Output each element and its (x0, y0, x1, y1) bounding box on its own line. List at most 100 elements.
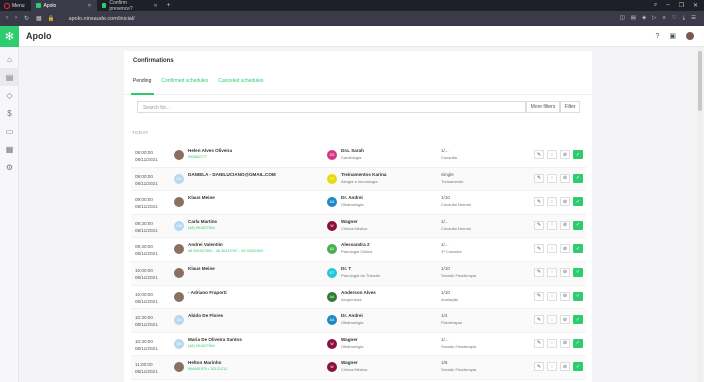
shapes-icon[interactable]: ◇ (0, 86, 19, 104)
cancel-icon[interactable]: ⊘ (560, 173, 570, 183)
confirm-check-icon[interactable]: ✓ (573, 220, 583, 230)
edit-icon[interactable]: ✎ (534, 338, 544, 348)
patient-name[interactable]: Maria De Oliveira Santos (188, 337, 242, 342)
patient-name[interactable]: Helton Marinho (188, 360, 221, 365)
news-icon[interactable]: ▤ (631, 15, 636, 22)
confirm-check-icon[interactable]: ✓ (573, 267, 583, 277)
table-row[interactable]: 10:30:00 08/11/2021 MS Maria De Oliveira… (131, 333, 586, 357)
cancel-icon[interactable]: ⊘ (560, 362, 570, 372)
close-window-icon[interactable]: ✕ (693, 2, 698, 9)
whatsapp-icon[interactable]: ◌ (547, 244, 557, 254)
table-row[interactable]: 09:00:00 08/11/2021 Klaus Meine DA Dr. A… (131, 191, 586, 215)
table-row[interactable]: 10:00:00 08/11/2021 - Adriano Fraporti A… (131, 286, 586, 310)
edit-icon[interactable]: ✎ (534, 267, 544, 277)
tab-canceled-schedules[interactable]: Canceled schedules (218, 78, 263, 84)
confirm-check-icon[interactable]: ✓ (573, 173, 583, 183)
cancel-icon[interactable]: ⊘ (560, 267, 570, 277)
heart-icon[interactable]: ♡ (672, 15, 677, 22)
new-tab-button[interactable]: + (163, 2, 175, 9)
table-row[interactable]: 11:00:00 08/11/2021 Helton Marinho 99666… (131, 356, 586, 380)
maximize-icon[interactable]: ❐ (679, 2, 684, 9)
edit-icon[interactable]: ✎ (534, 362, 544, 372)
patient-name[interactable]: Andrei Valentim (188, 242, 223, 247)
download-icon[interactable]: ⤓ (683, 15, 685, 22)
patient-name[interactable]: Carla Martins (188, 219, 217, 224)
tab-pending[interactable]: Pending (133, 78, 151, 84)
edit-icon[interactable]: ✎ (534, 150, 544, 159)
filter-button[interactable]: Filter (560, 101, 580, 113)
search-input[interactable]: Search for... (137, 101, 526, 113)
money-icon[interactable]: $ (0, 104, 19, 122)
home-icon[interactable]: ⌂ (0, 50, 19, 68)
more-filters-button[interactable]: More filters (526, 101, 560, 113)
close-tab-icon[interactable]: ✕ (153, 3, 157, 9)
tabs-grid-icon[interactable]: ▦ (36, 15, 42, 22)
cancel-icon[interactable]: ⊘ (560, 244, 570, 254)
table-row[interactable]: 09:40:00 08/11/2021 Andrei Valentim 48 9… (131, 238, 586, 262)
whatsapp-icon[interactable]: ◌ (547, 173, 557, 183)
patient-name[interactable]: DANIELA - DANILUCIANO@GMAIL.COM (188, 172, 276, 177)
patient-name[interactable]: Klaus Meine (188, 195, 215, 200)
confirm-check-icon[interactable]: ✓ (573, 150, 583, 159)
tab-confirmed-schedules[interactable]: Confirmed schedules (161, 78, 208, 84)
confirm-check-icon[interactable]: ✓ (573, 362, 583, 372)
cancel-icon[interactable]: ⊘ (560, 197, 570, 207)
whatsapp-icon[interactable]: ◌ (547, 338, 557, 348)
edit-icon[interactable]: ✎ (534, 220, 544, 230)
bookmarks-icon[interactable]: ≡ (662, 15, 665, 22)
calendar-icon[interactable]: ▤ (0, 68, 19, 86)
whatsapp-icon[interactable]: ◌ (547, 220, 557, 230)
page-scrollbar[interactable] (697, 47, 703, 382)
patient-name[interactable]: - Adriano Fraporti (188, 290, 227, 295)
whatsapp-icon[interactable]: ◌ (547, 315, 557, 325)
edit-icon[interactable]: ✎ (534, 197, 544, 207)
confirm-check-icon[interactable]: ✓ (573, 315, 583, 325)
user-avatar[interactable] (686, 32, 694, 40)
table-row[interactable]: 10:30:00 08/11/2021 AD Abido De Flores D… (131, 309, 586, 333)
confirm-check-icon[interactable]: ✓ (573, 197, 583, 207)
whatsapp-icon[interactable]: ◌ (547, 291, 557, 301)
url-field[interactable]: apolo.ninsaude.com/inicial/ (69, 16, 135, 22)
search-icon[interactable]: ⌕ (654, 2, 657, 9)
close-tab-icon[interactable]: ✕ (87, 3, 91, 9)
edit-icon[interactable]: ✎ (534, 173, 544, 183)
browser-menu-button[interactable]: Menu (0, 0, 31, 11)
confirm-check-icon[interactable]: ✓ (573, 338, 583, 348)
cancel-icon[interactable]: ⊘ (560, 291, 570, 301)
forward-icon[interactable]: › (15, 15, 17, 22)
browser-tab-apolo[interactable]: Apolo ✕ (30, 0, 97, 11)
gear-icon[interactable]: ⚙ (0, 158, 19, 176)
cancel-icon[interactable]: ⊘ (560, 150, 570, 159)
scroll-thumb[interactable] (698, 51, 702, 111)
table-row[interactable]: 09:00:00 08/11/2021 DD DANIELA - DANILUC… (131, 167, 586, 192)
cancel-icon[interactable]: ⊘ (560, 220, 570, 230)
confirm-check-icon[interactable]: ✓ (573, 244, 583, 254)
confirm-check-icon[interactable]: ✓ (573, 291, 583, 301)
chat-icon[interactable]: ▣ (669, 32, 676, 40)
whatsapp-icon[interactable]: ◌ (547, 267, 557, 277)
whatsapp-icon[interactable]: ◌ (547, 197, 557, 207)
cancel-icon[interactable]: ⊘ (560, 315, 570, 325)
shield-icon[interactable]: ◈ (642, 15, 646, 22)
cancel-icon[interactable]: ⊘ (560, 338, 570, 348)
edit-icon[interactable]: ✎ (534, 315, 544, 325)
bag-icon[interactable]: ▭ (0, 122, 19, 140)
reload-icon[interactable]: ↻ (24, 15, 29, 22)
minimize-icon[interactable]: – (666, 2, 669, 9)
edit-icon[interactable]: ✎ (534, 244, 544, 254)
app-logo-icon[interactable]: ✻ (0, 26, 19, 47)
menu-icon[interactable]: ☰ (691, 15, 696, 22)
whatsapp-icon[interactable]: ◌ (547, 150, 557, 159)
patient-name[interactable]: Helen Alves Oliveira (188, 148, 232, 153)
camera-icon[interactable]: ◫ (620, 15, 625, 22)
patient-name[interactable]: Klaus Meine (188, 266, 215, 271)
table-row[interactable]: 10:00:00 08/11/2021 Klaus Meine DT Dr. T… (131, 261, 586, 286)
grid-icon[interactable]: ▦ (0, 140, 19, 158)
back-icon[interactable]: ‹ (6, 15, 8, 22)
send-icon[interactable]: ▷ (652, 15, 656, 22)
help-icon[interactable]: ? (655, 33, 659, 40)
whatsapp-icon[interactable]: ◌ (547, 362, 557, 372)
table-row[interactable]: 08:00:00 08/11/2021 Helen Alves Oliveira… (131, 144, 586, 168)
browser-tab-confirm[interactable]: Confirm presence? ✕ (97, 0, 163, 12)
edit-icon[interactable]: ✎ (534, 291, 544, 301)
